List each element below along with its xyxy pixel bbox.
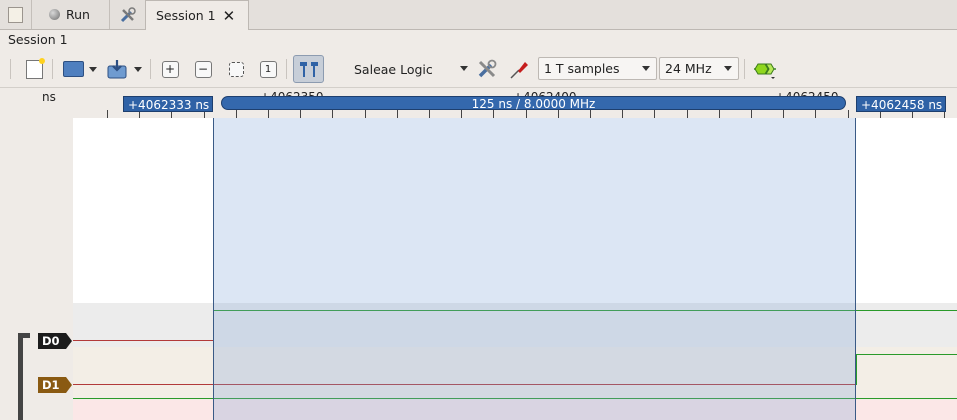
d0-trace-low <box>73 340 214 341</box>
save-button[interactable] <box>105 57 129 81</box>
d1-trace-high <box>856 354 957 355</box>
save-icon <box>107 60 127 79</box>
channel-label-d0[interactable]: D0 <box>38 333 72 349</box>
decoder-button[interactable] <box>751 57 779 81</box>
zoom-fit-button[interactable] <box>224 57 248 81</box>
start-time-marker[interactable]: +4062333 ns <box>123 96 213 112</box>
record-icon <box>49 9 60 20</box>
zoom-in-button[interactable]: + <box>158 57 182 81</box>
new-session-button[interactable] <box>22 57 46 81</box>
session-title: Session 1 <box>8 32 68 47</box>
ruler-tick <box>397 110 398 118</box>
fit-icon <box>228 61 244 77</box>
cursor-icon <box>299 62 318 77</box>
probe-button[interactable] <box>507 57 531 81</box>
ruler-tick <box>236 110 237 118</box>
ruler-tick <box>558 110 559 118</box>
device-settings-button[interactable] <box>475 57 499 81</box>
ruler-unit: ns <box>42 90 56 104</box>
rate-select[interactable]: 24 MHz <box>659 57 739 80</box>
tab-run-label: Run <box>66 7 90 22</box>
device-label: Saleae Logic <box>354 61 433 77</box>
channel-name: D1 <box>42 378 60 392</box>
measurement-selection[interactable] <box>213 118 856 420</box>
close-icon[interactable]: ✕ <box>223 8 236 23</box>
ruler-tick <box>751 110 752 118</box>
ruler-tick <box>783 110 784 118</box>
device-selector[interactable]: Saleae Logic <box>340 57 476 81</box>
tab-settings[interactable] <box>110 0 146 29</box>
tab-new-document[interactable] <box>0 0 32 29</box>
samples-value: 1 T samples <box>544 61 620 76</box>
probe-icon <box>510 62 528 79</box>
zoom-out-button[interactable]: − <box>191 57 215 81</box>
chevron-down-icon <box>642 66 650 71</box>
tab-session-1-label: Session 1 <box>156 8 216 23</box>
chevron-down-icon <box>724 66 732 71</box>
document-icon <box>8 6 23 23</box>
chevron-down-icon <box>460 66 468 71</box>
decoder-icon <box>754 63 776 79</box>
ruler-tick <box>332 110 333 118</box>
tab-session-1[interactable]: Session 1 ✕ <box>145 0 249 30</box>
one-to-one-icon: 1 <box>259 60 277 78</box>
end-time-label: +4062458 ns <box>861 98 943 112</box>
tag-arrow <box>66 377 72 393</box>
end-time-marker[interactable]: +4062458 ns <box>856 96 946 112</box>
ruler-tick <box>815 110 816 118</box>
ruler-tick <box>493 110 494 118</box>
time-ruler[interactable]: ns +4062350 +4062400 +4062450 +4062333 n… <box>0 88 957 118</box>
ruler-tick <box>622 110 623 118</box>
ruler-tick <box>687 110 688 118</box>
open-button[interactable] <box>61 57 85 81</box>
toolbar-separator <box>52 59 53 79</box>
duration-label: 125 ns / 8.0000 MHz <box>471 97 596 111</box>
zoom-out-icon: − <box>194 60 212 78</box>
d1-trace-edge <box>856 354 857 385</box>
start-time-label: +4062333 ns <box>128 98 210 112</box>
ruler-tick <box>461 110 462 118</box>
tag-arrow <box>66 333 72 349</box>
toolbar-separator <box>150 59 151 79</box>
save-dropdown[interactable] <box>131 57 145 81</box>
tools-icon <box>478 59 497 78</box>
ruler-tick <box>848 110 849 118</box>
zoom-one-button[interactable]: 1 <box>256 57 280 81</box>
ruler-tick <box>429 110 430 118</box>
ruler-tick <box>365 110 366 118</box>
folder-icon <box>62 61 84 77</box>
cursor-toggle-button[interactable] <box>293 55 324 83</box>
duration-bar[interactable]: 125 ns / 8.0000 MHz <box>221 96 846 111</box>
tools-icon <box>120 6 136 22</box>
open-dropdown[interactable] <box>86 57 100 81</box>
chevron-down-icon <box>89 66 97 72</box>
ruler-tick <box>654 110 655 118</box>
ruler-tick <box>590 110 591 118</box>
chevron-down-icon <box>134 66 142 72</box>
tab-run[interactable]: Run <box>32 0 110 29</box>
samples-select[interactable]: 1 T samples <box>538 57 657 80</box>
toolbar-handle <box>10 59 11 79</box>
toolbar-separator <box>744 59 745 79</box>
toolbar-separator <box>286 59 287 79</box>
zoom-in-icon: + <box>161 60 179 78</box>
ruler-tick <box>526 110 527 118</box>
ruler-tick <box>268 110 269 118</box>
channel-label-d1[interactable]: D1 <box>38 377 72 393</box>
toolbar: + − 1 Saleae Logic 1 T samples 24 MHz <box>0 51 957 88</box>
channel-group-bracket[interactable] <box>18 333 30 420</box>
ruler-tick <box>300 110 301 118</box>
tab-bar: Run Session 1 ✕ <box>0 0 957 30</box>
ruler-tick <box>107 110 108 118</box>
channel-name: D0 <box>42 334 60 348</box>
new-file-icon <box>25 57 45 79</box>
ruler-tick <box>719 110 720 118</box>
rate-value: 24 MHz <box>665 61 712 76</box>
